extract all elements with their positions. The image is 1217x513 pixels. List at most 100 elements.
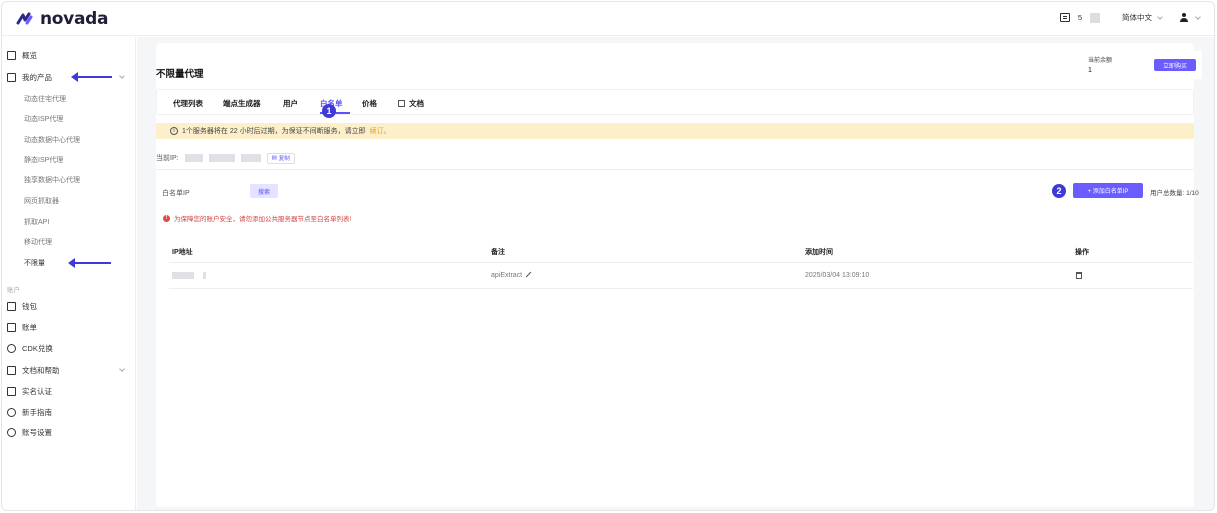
page-title: 不限量代理 — [156, 69, 204, 80]
balance-value: 1 — [1088, 67, 1092, 74]
redacted-ip-cell — [172, 272, 194, 279]
tab-users[interactable]: 用户 — [283, 98, 298, 109]
sidebar-subitem[interactable]: 动态数据中心代理 — [24, 135, 80, 145]
brand-name: novada — [40, 9, 109, 29]
sidebar-item-my-products[interactable]: 我的产品 — [7, 70, 52, 84]
delete-icon[interactable] — [1076, 272, 1082, 279]
add-whitelist-ip-button[interactable]: + 添加白名单IP — [1073, 183, 1143, 198]
tab-bar: 代理列表 端点生成器 用户 白名单 价格 文档 — [156, 89, 1194, 115]
sidebar-item-label: 新手指南 — [22, 407, 52, 417]
sidebar-item-label: 实名认证 — [22, 386, 52, 396]
alert-icon: ! — [163, 214, 170, 222]
cart-icon — [7, 72, 16, 82]
sidebar-subitem[interactable]: 抓取API — [24, 217, 49, 227]
column-header-actions: 操作 — [1075, 249, 1089, 256]
sidebar-item-label: 钱包 — [22, 301, 37, 311]
tab-docs[interactable]: 文档 — [398, 98, 424, 109]
compass-icon — [7, 407, 16, 417]
user-total-count: 用户总数量: 1/10 — [1150, 190, 1199, 197]
search-button[interactable]: 搜索 — [250, 184, 278, 198]
chevron-down-icon — [1157, 13, 1163, 20]
sidebar-item-cdk[interactable]: CDK兑换 — [7, 341, 53, 355]
annotation-arrow — [68, 258, 111, 268]
copy-label: 复制 — [278, 156, 290, 162]
tab-docs-label: 文档 — [409, 99, 424, 108]
sidebar-subitem[interactable]: 独享数据中心代理 — [24, 175, 80, 185]
tab-proxy-list[interactable]: 代理列表 — [173, 98, 203, 109]
sidebar-subitem[interactable]: 移动代理 — [24, 237, 52, 247]
external-link-icon — [398, 100, 405, 107]
expiry-alert: i 1个服务器将在 22 小时后过期，为保证不间断服务，请立即 续订。 — [156, 123, 1194, 139]
renew-link[interactable]: 续订。 — [370, 126, 391, 136]
billing-icon — [7, 322, 16, 332]
sidebar-subitem[interactable]: 动态住宅代理 — [24, 94, 66, 104]
top-right-controls: 5 简体中文 — [1059, 12, 1201, 23]
sidebar-item-docs-help[interactable]: 文档和帮助 — [7, 363, 60, 377]
current-ip-row: 当前IP: ▤ 复制 — [156, 151, 295, 165]
top-bar: novada 5 简体中文 — [2, 2, 1214, 36]
chevron-down-icon[interactable] — [1195, 13, 1201, 20]
note-cell: apiExtract — [491, 271, 532, 279]
gear-icon — [7, 427, 16, 437]
sidebar-item-label: 账单 — [22, 322, 37, 332]
redacted-ip-cell — [203, 272, 206, 279]
security-warning: ! 为保障您的账户安全，请勿添加公共服务器节点至白名单列表! — [163, 213, 351, 223]
sidebar-subitem[interactable]: 网页抓取器 — [24, 196, 59, 206]
current-ip-label: 当前IP: — [156, 155, 179, 162]
info-icon: i — [170, 127, 178, 135]
column-header-ip: IP地址 — [172, 249, 193, 256]
sidebar-item-overview[interactable]: 概览 — [7, 48, 37, 62]
sidebar-item-label: CDK兑换 — [22, 343, 53, 353]
sidebar-item-label: 我的产品 — [22, 72, 52, 82]
sidebar-item-guide[interactable]: 新手指南 — [7, 405, 52, 419]
wallet-icon — [7, 301, 16, 311]
edit-icon[interactable] — [525, 271, 532, 278]
tab-pricing[interactable]: 价格 — [362, 98, 377, 109]
brand-logo[interactable]: novada — [16, 8, 108, 30]
sidebar-group-label: 账户 — [7, 287, 20, 294]
app-window: novada 5 简体中文 概览 我的产品 动态住宅代理 动态ISP代理 动态数… — [1, 1, 1215, 511]
language-select[interactable]: 简体中文 — [1122, 12, 1163, 23]
redacted-ip — [208, 154, 235, 162]
main-content: 不限量代理 当前余额 1 立即购买 代理列表 端点生成器 用户 白名单 价格 文… — [137, 37, 1214, 510]
sidebar-item-label: 账号设置 — [22, 427, 52, 437]
balance-box: 当前余额 1 立即购买 — [1082, 51, 1202, 79]
sidebar-item-billing[interactable]: 账单 — [7, 320, 37, 334]
redacted-ip — [184, 154, 203, 162]
time-cell: 2025/03/04 13:09:10 — [805, 272, 870, 279]
sidebar-item-verification[interactable]: 实名认证 — [7, 384, 52, 398]
table-header: IP地址 备注 添加时间 操作 — [169, 239, 1193, 263]
sidebar-subitem[interactable]: 动态ISP代理 — [24, 114, 63, 124]
whitelist-ip-search-field[interactable]: 白名单IP — [162, 188, 190, 198]
message-icon[interactable] — [1059, 13, 1070, 22]
annotation-arrow — [71, 72, 112, 82]
tab-endpoint-generator[interactable]: 端点生成器 — [223, 98, 261, 109]
sidebar-item-label: 概览 — [22, 50, 37, 60]
overview-icon — [7, 50, 16, 60]
logo-mark-icon — [16, 12, 33, 25]
id-card-icon — [7, 386, 16, 396]
whitelist-table: IP地址 备注 添加时间 操作 apiExtract 2025/03/04 13… — [169, 239, 1193, 289]
note-text: apiExtract — [491, 272, 523, 279]
sidebar-subitem-unlimited[interactable]: 不限量 — [24, 258, 45, 268]
copy-icon: ▤ — [271, 155, 277, 161]
column-header-time: 添加时间 — [805, 249, 833, 256]
chevron-down-icon[interactable] — [119, 73, 125, 79]
sidebar-subitem[interactable]: 静态ISP代理 — [24, 155, 63, 165]
chevron-down-icon[interactable] — [119, 366, 125, 372]
buy-now-button[interactable]: 立即购买 — [1154, 59, 1196, 71]
column-header-note: 备注 — [491, 249, 505, 256]
redacted-ip — [240, 154, 261, 162]
user-icon[interactable] — [1180, 13, 1188, 22]
sidebar-item-settings[interactable]: 账号设置 — [7, 425, 52, 439]
copy-ip-button[interactable]: ▤ 复制 — [266, 152, 295, 164]
docs-icon — [7, 365, 16, 375]
alert-text: 1个服务器将在 22 小时后过期，为保证不间断服务，请立即 — [182, 128, 366, 135]
sidebar-item-wallet[interactable]: 钱包 — [7, 299, 37, 313]
annotation-badge-2: 2 — [1052, 184, 1066, 198]
language-label: 简体中文 — [1122, 13, 1152, 22]
redacted-value — [1090, 12, 1100, 23]
annotation-badge-1: 1 — [322, 104, 336, 118]
warning-text: 为保障您的账户安全，请勿添加公共服务器节点至白名单列表! — [174, 216, 352, 223]
table-row: apiExtract 2025/03/04 13:09:10 — [169, 263, 1193, 289]
